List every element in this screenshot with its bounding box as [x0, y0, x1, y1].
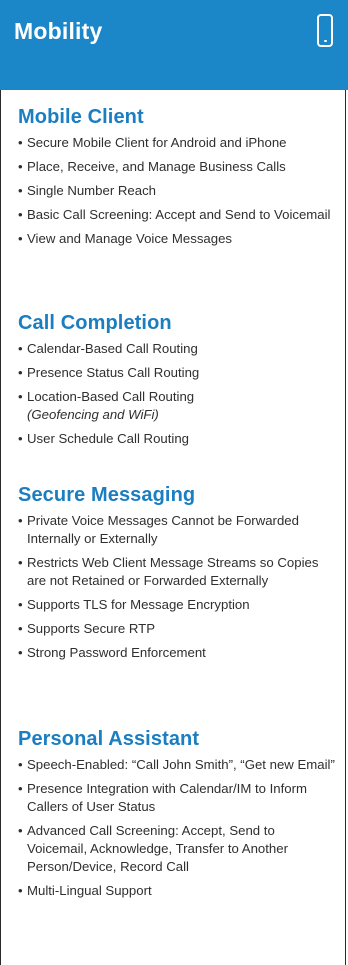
- list-item: • Secure Mobile Client for Android and iP…: [18, 135, 287, 150]
- section-call-completion: Call Completion • Calendar-Based Call Rou…: [18, 310, 338, 454]
- list-item: • Restricts Web Client Message Streams so…: [18, 555, 319, 588]
- list-item: • User Schedule Call Routing: [18, 431, 189, 446]
- mobile-phone-icon: [317, 14, 333, 47]
- list-item: • Calendar-Based Call Routing: [18, 341, 198, 356]
- list-item: • Multi-Lingual Support: [18, 883, 152, 898]
- list-item: • Place, Receive, and Manage Business Cal…: [18, 159, 286, 174]
- list-item: • Speech-Enabled: “Call John Smith”, “Get…: [18, 757, 335, 772]
- section-mobile-client: Mobile Client • Secure Mobile Client for …: [18, 104, 338, 254]
- list-item: • Supports Secure RTP: [18, 621, 156, 636]
- list-item: • Strong Password Enforcement: [18, 645, 206, 660]
- list-item: • View and Manage Voice Messages: [18, 231, 233, 246]
- list-item: • Single Number Reach: [18, 183, 157, 198]
- section-secure-messaging: Secure Messaging • Private Voice Messages…: [18, 482, 338, 668]
- list-item: • Advanced Call Screening: Accept, Send t…: [18, 823, 288, 874]
- section-title: Secure Messaging: [18, 484, 196, 506]
- page-title: Mobility: [14, 18, 103, 44]
- list-item-subtext: (Geofencing and WiFi): [27, 407, 159, 422]
- list-item: • Private Voice Messages Cannot be Forwar…: [18, 513, 299, 546]
- header-bar: Mobility: [0, 0, 348, 90]
- section-title: Personal Assistant: [18, 728, 200, 750]
- list-item: • Location-Based Call Routing (Geofencing …: [18, 388, 338, 424]
- list-item: • Presence Status Call Routing: [18, 365, 200, 380]
- list-item: • Supports TLS for Message Encryption: [18, 597, 250, 612]
- section-title: Mobile Client: [18, 106, 144, 128]
- section-personal-assistant: Personal Assistant • Speech-Enabled: “Cal…: [18, 726, 338, 906]
- list-item: • Basic Call Screening: Accept and Send t…: [18, 207, 331, 222]
- section-title: Call Completion: [18, 312, 172, 334]
- list-item: • Presence Integration with Calendar/IM t…: [18, 781, 308, 814]
